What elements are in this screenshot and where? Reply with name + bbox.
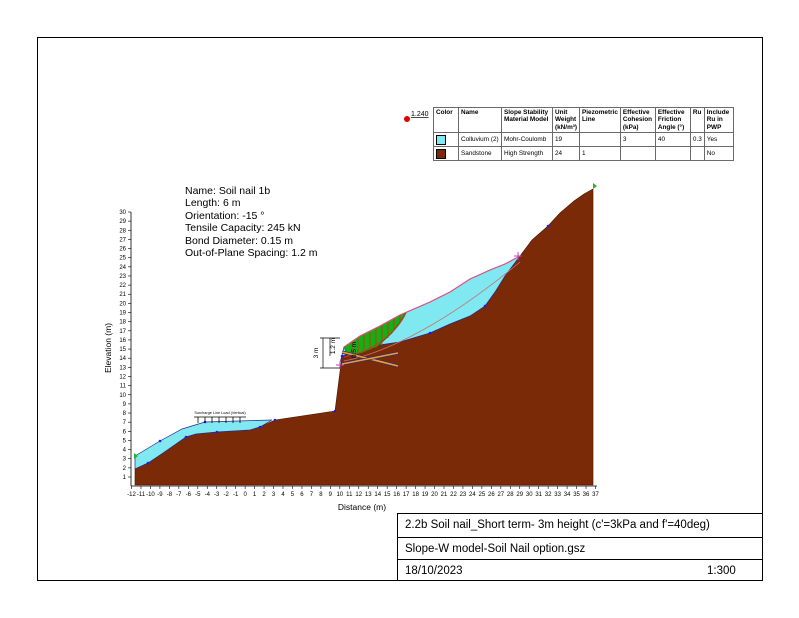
header-unit-weight: Unit Weight (kN/m³) [551,106,581,134]
nail-name: Name: Soil nail 1b [185,185,271,197]
sandstone-swatch [436,148,446,159]
nail-length: Length: 6 m [185,197,241,210]
header-piezo: Piezometric Line [579,106,621,134]
colluvium-swatch [436,134,446,145]
drawing-title: 2.2b Soil nail_Short term- 3m height (c'… [405,519,710,531]
header-friction: Effective Friction Angle (°) [654,106,691,134]
drawing-scale: 1:300 [707,565,736,577]
nail-capacity: Tensile Capacity: 245 kN [185,222,301,235]
model-cell: Mohr-Coulomb [501,132,553,148]
material-row-sandstone: Sandstone High Strength 24 1 No [433,146,734,162]
title-block-title: 2.2b Soil nail_Short term- 3m height (c'… [397,513,763,537]
friction-cell: 40 [654,132,691,148]
include-ru-cell: No [703,146,734,162]
header-color: Color [433,106,459,134]
header-name: Name [458,106,502,134]
piezo-cell [579,132,621,148]
header-cohesion: Effective Cohesion (kPa) [619,106,656,134]
color-cell [433,132,459,148]
friction-cell [654,146,691,162]
include-ru-cell: Yes [703,132,734,148]
color-cell [433,146,459,162]
materials-table: Color Name Slope Stability Material Mode… [433,106,734,162]
ru-cell: 0.3 [689,132,705,148]
materials-header-row: Color Name Slope Stability Material Mode… [433,106,734,134]
cohesion-cell: 3 [619,132,656,148]
drawing-date: 18/10/2023 [405,565,463,577]
nail-orientation: Orientation: -15 ° [185,209,265,222]
unit-weight-cell: 24 [551,146,581,162]
title-block-date-scale: 18/10/2023 1:300 [397,559,763,581]
material-row-colluvium: Colluvium (2) Mohr-Coulomb 19 3 40 0.3 Y… [433,132,734,148]
name-cell: Sandstone [458,146,502,162]
name-cell: Colluvium (2) [458,132,502,148]
header-include-ru: Include Ru in PWP [703,106,734,134]
piezo-cell: 1 [579,146,621,162]
model-cell: High Strength [501,146,553,162]
unit-weight-cell: 19 [551,132,581,148]
title-block-file: Slope-W model-Soil Nail option.gsz [397,537,763,559]
file-name: Slope-W model-Soil Nail option.gsz [405,543,586,555]
header-ru: Ru [689,106,705,134]
nail-spacing: Out-of-Plane Spacing: 1.2 m [185,247,318,260]
nail-bond-diameter: Bond Diameter: 0.15 m [185,234,293,247]
ru-cell [689,146,705,162]
header-model: Slope Stability Material Model [501,106,553,134]
soil-nail-info: Name: Soil nail 1b Length: 6 m Orientati… [185,185,318,259]
cohesion-cell [619,146,656,162]
